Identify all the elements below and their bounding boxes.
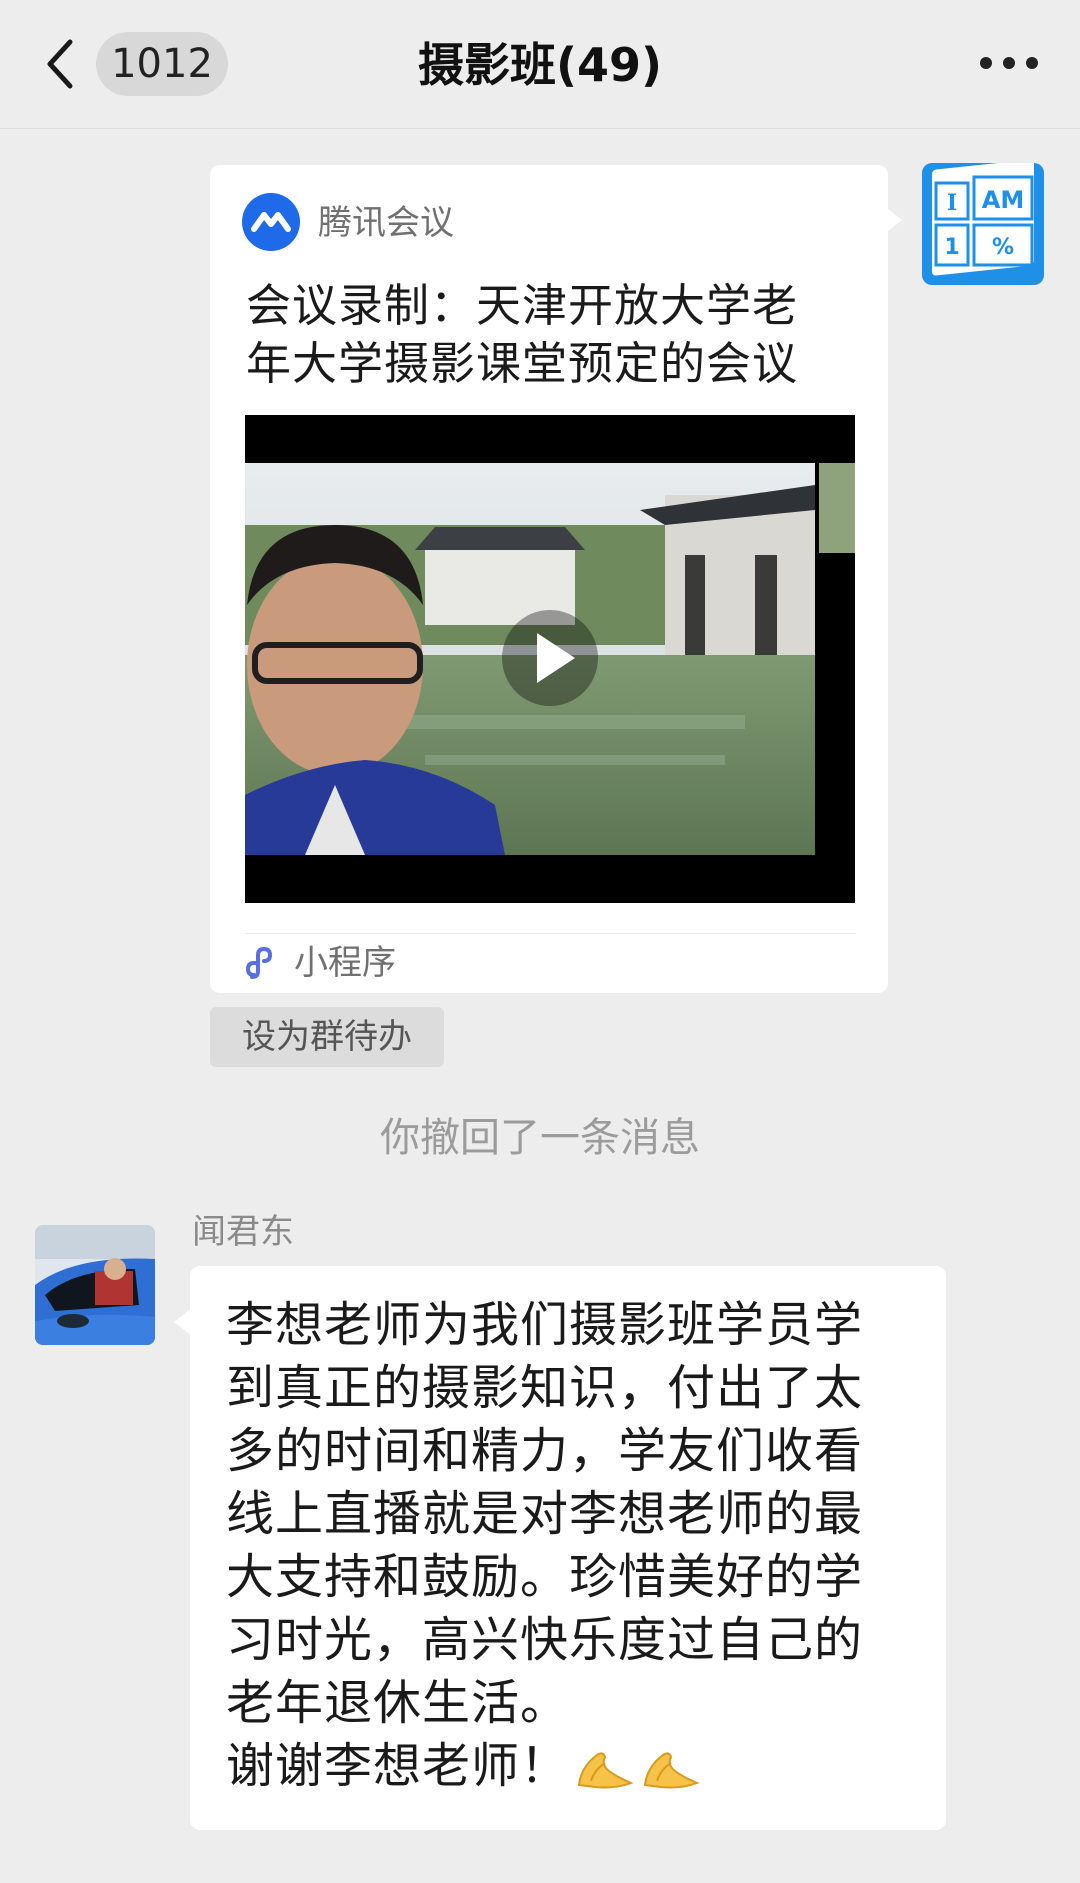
message-line: 大支持和鼓励。珍惜美好的学 (226, 1549, 864, 1605)
video-frame-image (245, 415, 855, 903)
video-thumbnail[interactable] (245, 415, 855, 903)
sender-avatar[interactable] (35, 1225, 155, 1345)
mini-program-card[interactable]: 腾讯会议 会议录制：天津开放大学老 年大学摄影课堂预定的会议 小程序 (210, 165, 888, 993)
unread-count-badge[interactable]: 1012 (96, 32, 228, 96)
avatar-text: I (947, 190, 957, 216)
mini-program-title-line: 会议录制：天津开放大学老 (246, 279, 799, 332)
set-group-todo-button[interactable]: 设为群待办 (210, 1007, 444, 1067)
self-avatar[interactable]: I AM 1 % (922, 159, 1044, 285)
message-line: 老年退休生活。 (226, 1675, 570, 1731)
sender-name: 闻君东 (192, 1212, 294, 1252)
avatar-image: I AM 1 % (922, 159, 1044, 285)
mini-program-app-name: 腾讯会议 (318, 203, 454, 243)
message-line-with-emoji: 谢谢李想老师！ (226, 1735, 916, 1798)
tencent-meeting-logo-icon (242, 193, 300, 251)
message-line: 李想老师为我们摄影班学员学 (226, 1297, 864, 1353)
message-line: 多的时间和精力，学友们收看 (226, 1423, 864, 1479)
message-line: 线上直播就是对李想老师的最 (226, 1486, 864, 1542)
message-text: 李想老师为我们摄影班学员学 到真正的摄影知识，付出了太 多的时间和精力，学友们收… (226, 1294, 916, 1798)
more-dot-icon (1026, 57, 1038, 69)
mini-program-title: 会议录制：天津开放大学老 年大学摄影课堂预定的会议 (246, 277, 856, 393)
chat-title: 摄影班(49) (417, 38, 663, 92)
mini-program-icon (245, 946, 273, 979)
card-divider (245, 933, 855, 934)
mini-program-label: 小程序 (294, 943, 396, 983)
chat-screen: 1012 摄影班(49) 腾讯会议 会议录制：天津开放大学老 年大学摄影课堂预定… (0, 0, 1080, 1883)
folded-hands-icon (577, 1751, 634, 1788)
sender-avatar-image (35, 1225, 155, 1345)
avatar-text: % (992, 235, 1014, 260)
avatar-text: 1 (944, 235, 959, 260)
more-options-button[interactable] (980, 50, 1038, 76)
recall-system-message: 你撤回了一条消息 (380, 1115, 700, 1161)
more-dot-icon (980, 57, 992, 69)
message-line: 到真正的摄影知识，付出了太 (226, 1360, 864, 1416)
avatar-text: AM (982, 186, 1024, 214)
back-button[interactable] (40, 36, 86, 92)
more-dot-icon (1003, 57, 1015, 69)
chevron-left-icon (47, 39, 73, 89)
navigation-bar: 1012 摄影班(49) (0, 0, 1080, 129)
message-line: 谢谢李想老师！ (226, 1738, 570, 1794)
mini-program-title-line: 年大学摄影课堂预定的会议 (246, 337, 799, 390)
folded-hands-icon (643, 1751, 700, 1788)
message-line: 习时光，高兴快乐度过自己的 (226, 1612, 864, 1668)
incoming-message-bubble[interactable]: 李想老师为我们摄影班学员学 到真正的摄影知识，付出了太 多的时间和精力，学友们收… (190, 1266, 946, 1830)
